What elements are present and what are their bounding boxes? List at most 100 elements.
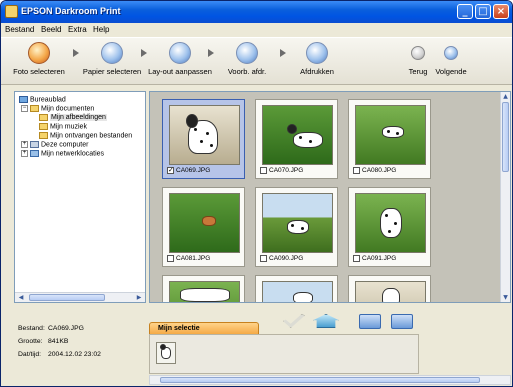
scroll-left-icon[interactable]: ◀ [16, 294, 26, 301]
thumbnail-filename: CA090.JPG [269, 255, 304, 263]
photo-thumbnail [355, 281, 426, 302]
title-bar: EPSON Darkroom Print _ □ × [1, 1, 512, 23]
thumbnail-caption: CA090.JPG [260, 255, 303, 262]
scroll-down-icon[interactable]: ▼ [501, 293, 510, 302]
thumbnail-filename: CA069.JPG [176, 167, 211, 175]
info-label: Bestand: [18, 325, 45, 332]
tool-label: Foto selecteren [13, 67, 65, 76]
photo-thumbnail [262, 193, 333, 253]
scrollbar-thumb[interactable] [502, 102, 509, 172]
scrollbar-thumb[interactable] [29, 294, 105, 301]
tree-item-mijn-afbeeldingen[interactable]: Mijn afbeeldingen [39, 114, 107, 122]
tool-label: Afdrukken [300, 67, 334, 76]
info-value: 841KB [48, 338, 69, 345]
folder-icon [39, 123, 48, 130]
tree-item-label: Deze computer [41, 141, 89, 149]
thumbnail-filename: CA081.JPG [176, 255, 211, 263]
thumbnail-filename: CA080.JPG [362, 167, 397, 175]
tree-item-label: Mijn muziek [50, 123, 87, 131]
thumbnail-caption: CA070.JPG [260, 167, 303, 174]
info-value: 2004.12.02 23:02 [48, 351, 101, 358]
thumbnail-filename: CA070.JPG [269, 167, 304, 175]
selection-horizontal-scrollbar[interactable] [149, 375, 511, 385]
scrollbar-thumb[interactable] [160, 377, 480, 383]
tree-item-bureaublad[interactable]: Bureaublad [19, 96, 66, 103]
menu-extra[interactable]: Extra [68, 25, 87, 34]
tree-item-label: Mijn netwerklocaties [41, 150, 105, 158]
thumbnail-card[interactable]: ✓ CA069.JPG [162, 99, 245, 179]
tool-afdrukken[interactable]: Afdrukken [289, 42, 345, 76]
thumbnail-card[interactable]: CA081.JPG [162, 187, 245, 267]
tree-item-mijn-documenten[interactable]: − Mijn documenten [21, 105, 94, 112]
select-checkbox[interactable] [260, 167, 267, 174]
menu-beeld[interactable]: Beeld [41, 25, 61, 34]
tool-label: Lay-out aanpassen [148, 67, 212, 76]
next-button[interactable]: Volgende [429, 42, 473, 76]
menu-help[interactable]: Help [93, 25, 109, 34]
thumbnail-card[interactable]: CA091.JPG [348, 187, 431, 267]
select-checkbox[interactable] [167, 255, 174, 262]
tree-horizontal-scrollbar[interactable]: ◀ ▶ [15, 292, 145, 302]
photo-thumbnail [262, 281, 333, 302]
selection-panel: Mijn selectie [149, 322, 419, 374]
thumbnail-caption: CA091.JPG [353, 255, 396, 262]
thumbnail-card[interactable] [162, 275, 245, 302]
folder-icon [39, 132, 48, 139]
minimize-button[interactable]: _ [457, 4, 473, 19]
close-button[interactable]: × [493, 4, 509, 19]
tree-item-deze-computer[interactable]: + Deze computer [21, 141, 88, 148]
photo-thumbnail [169, 281, 240, 302]
scroll-up-icon[interactable]: ▲ [501, 92, 510, 101]
tree-item-label: Mijn documenten [41, 105, 95, 113]
menu-bestand[interactable]: Bestand [5, 25, 34, 34]
expand-icon[interactable]: + [21, 141, 28, 148]
photo-thumbnail [262, 105, 333, 165]
layout-icon [169, 42, 191, 64]
next-label: Volgende [435, 67, 467, 76]
folder-tree[interactable]: Bureaublad − Mijn documenten Mijn afbeeld… [14, 91, 146, 303]
maximize-button[interactable]: □ [475, 4, 491, 19]
thumbnail-card[interactable] [348, 275, 431, 302]
info-date-row: Dat/tijd: 2004.12.02 23:02 [18, 351, 101, 358]
tool-papier-selecteren[interactable]: Papier selecteren [79, 42, 145, 76]
thumbnail-card[interactable]: CA070.JPG [255, 99, 338, 179]
thumbnail-caption: CA080.JPG [353, 167, 396, 174]
network-icon [30, 150, 39, 157]
thumbnail-card[interactable] [255, 275, 338, 302]
tool-lay-out-aanpassen[interactable]: Lay-out aanpassen [147, 42, 213, 76]
paper-select-icon [101, 42, 123, 64]
thumbnail-vertical-scrollbar[interactable]: ▲ ▼ [500, 92, 510, 302]
window-title: EPSON Darkroom Print [21, 6, 121, 16]
thumbnail-caption: ✓ CA069.JPG [167, 167, 210, 174]
folder-icon [30, 105, 39, 112]
thumbnail-grid: ✓ CA069.JPG CA070.JPG CA080.JPG CA081.JP… [149, 91, 511, 303]
expand-icon[interactable]: + [21, 150, 28, 157]
thumbnail-caption: CA081.JPG [167, 255, 210, 262]
info-size-row: Grootte: 841KB [18, 338, 68, 345]
thumbnail-card[interactable]: CA090.JPG [255, 187, 338, 267]
tree-item-label: Bureaublad [30, 96, 66, 104]
collapse-icon[interactable]: − [21, 105, 28, 112]
thumbnail-filename: CA091.JPG [362, 255, 397, 263]
tool-label: Papier selecteren [82, 67, 142, 76]
tree-item-mijn-ontvangen-bestanden[interactable]: Mijn ontvangen bestanden [39, 132, 132, 139]
back-icon [411, 46, 425, 60]
tree-item-mijn-muziek[interactable]: Mijn muziek [39, 123, 87, 130]
select-checkbox[interactable]: ✓ [167, 167, 174, 174]
toolbar: Foto selecteren Papier selecteren Lay-ou… [1, 37, 512, 85]
thumbnail-card[interactable]: CA080.JPG [348, 99, 431, 179]
photo-thumbnail [169, 193, 240, 253]
scroll-right-icon[interactable]: ▶ [134, 294, 144, 301]
tree-item-mijn-netwerklocaties[interactable]: + Mijn netwerklocaties [21, 150, 104, 157]
step-arrow-icon [208, 49, 214, 57]
tool-voorb-afdr[interactable]: Voorb. afdr. [219, 42, 275, 76]
select-checkbox[interactable] [260, 255, 267, 262]
info-value: CA069.JPG [48, 325, 84, 332]
step-arrow-icon [280, 49, 286, 57]
folder-icon [39, 114, 48, 121]
select-checkbox[interactable] [353, 167, 360, 174]
tool-foto-selecteren[interactable]: Foto selecteren [7, 42, 71, 76]
selected-photo-thumbnail[interactable] [156, 342, 176, 364]
photo-thumbnail [169, 105, 240, 165]
select-checkbox[interactable] [353, 255, 360, 262]
